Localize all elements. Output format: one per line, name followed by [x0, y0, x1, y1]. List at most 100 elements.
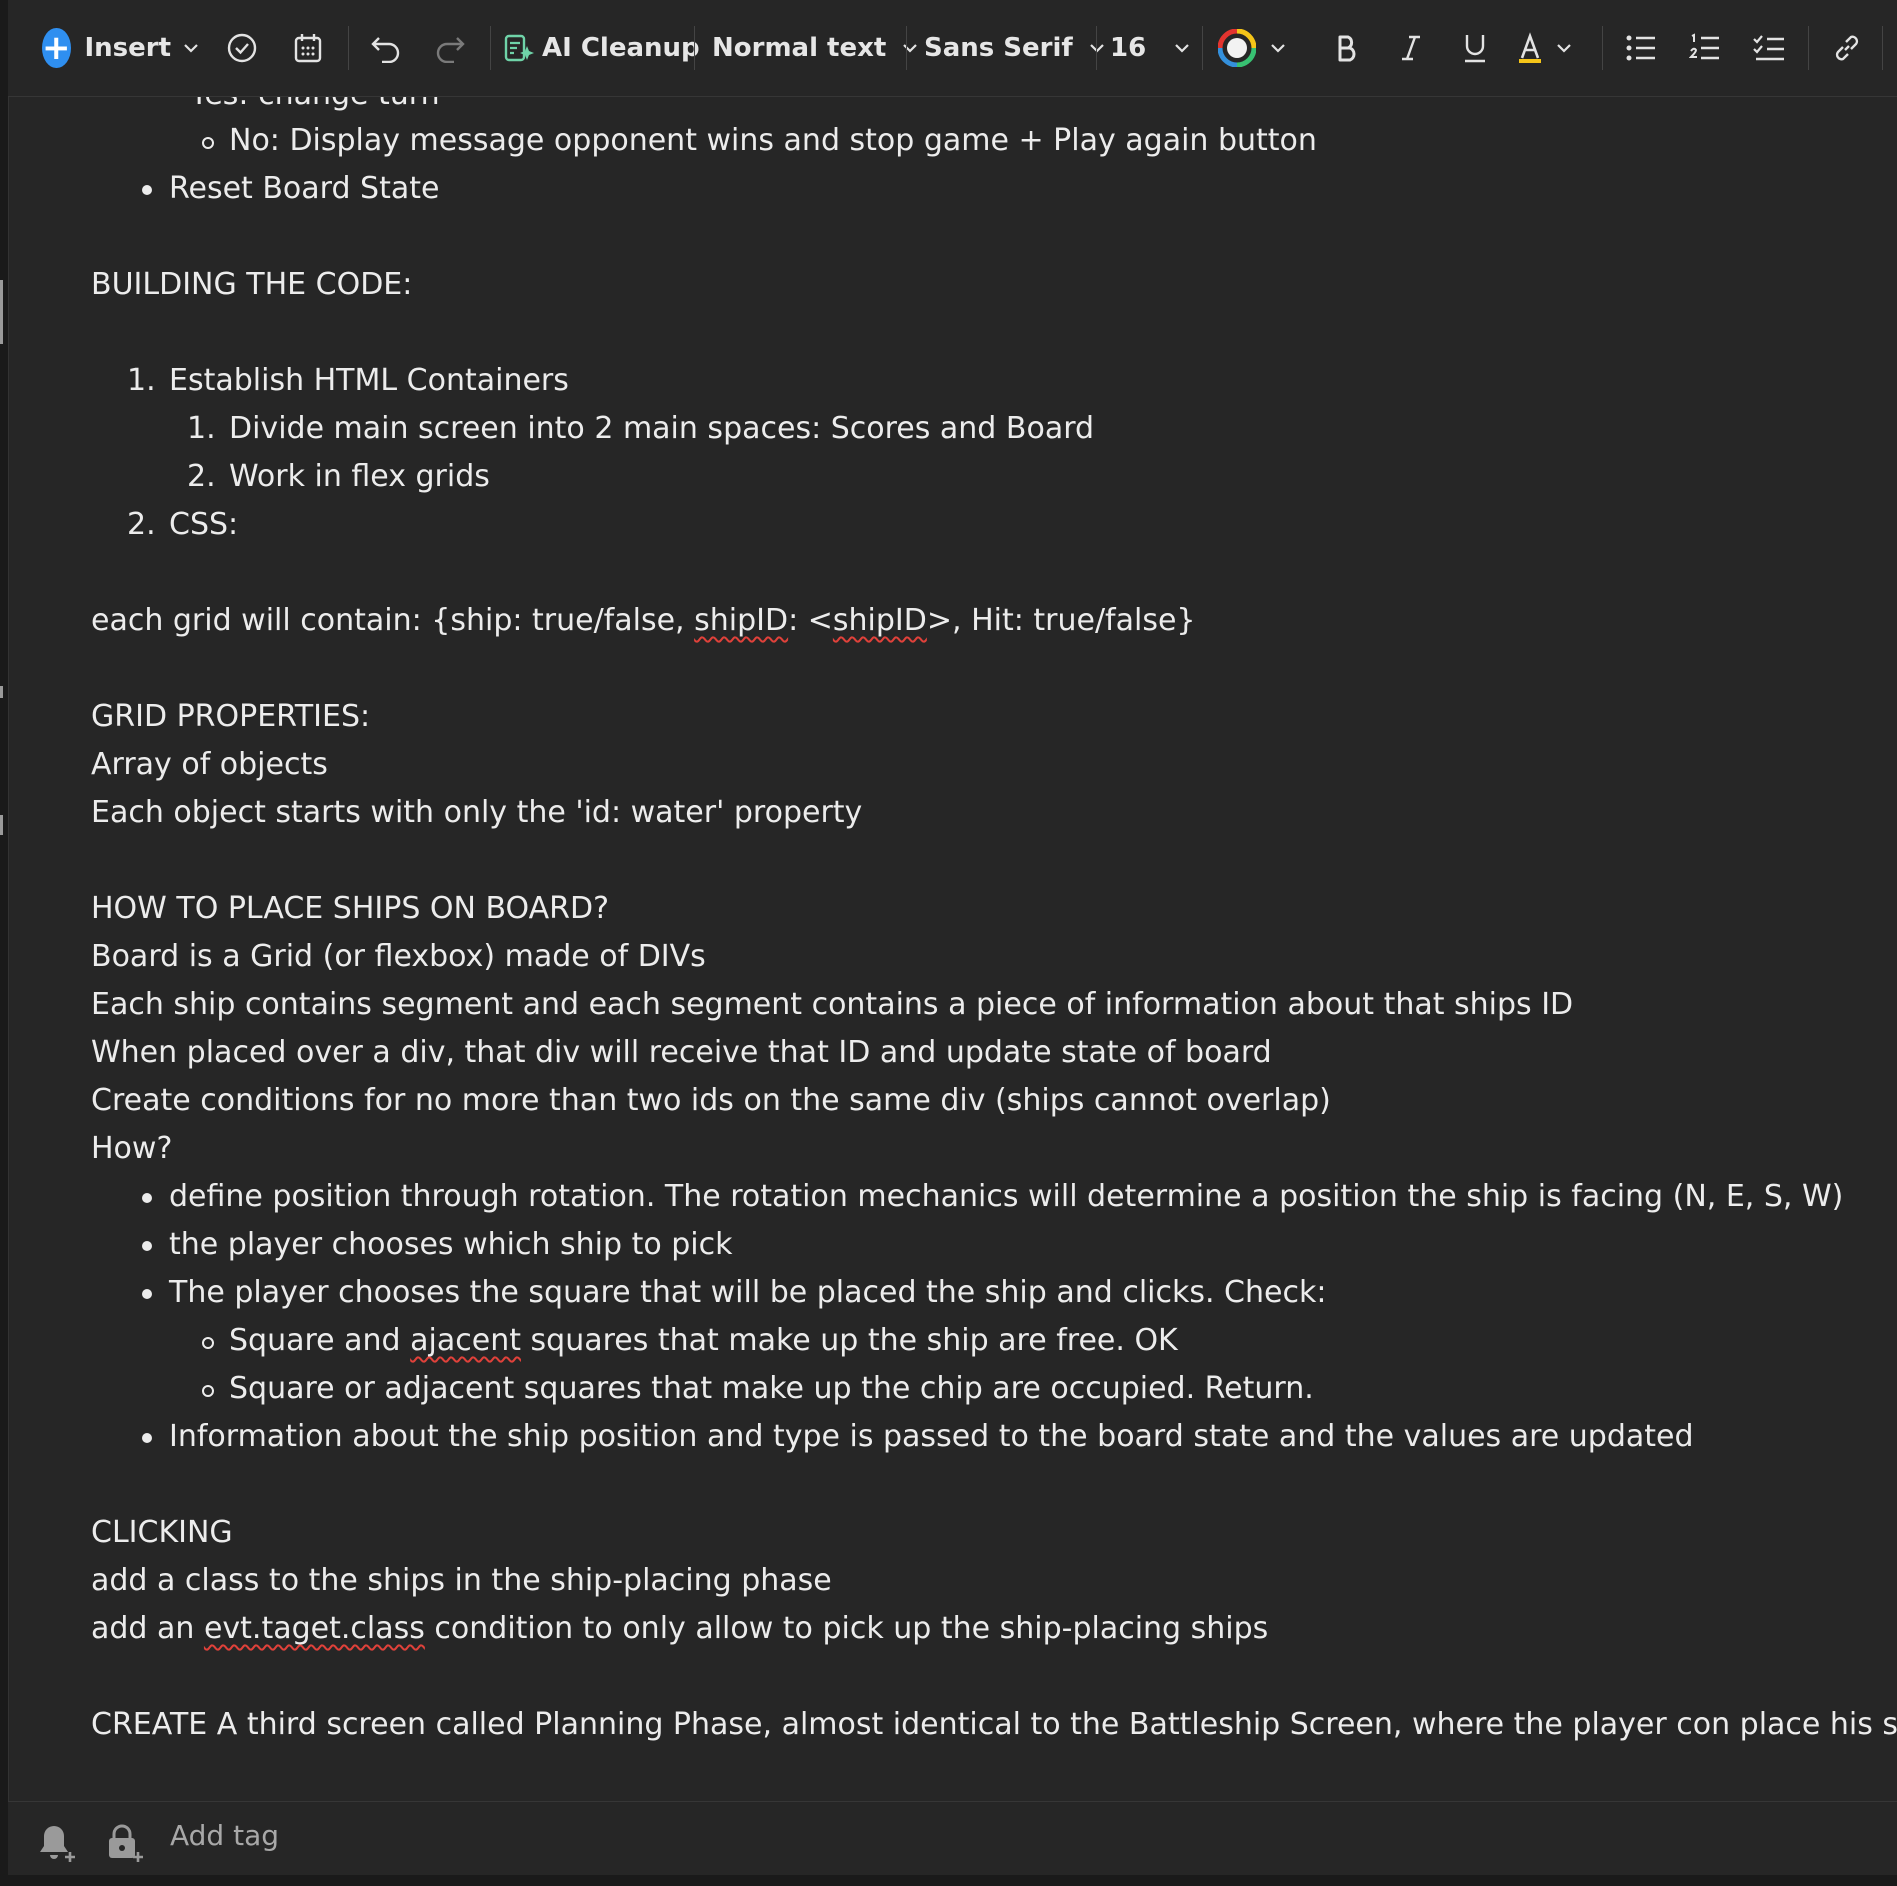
text-run: >, Hit: true/false}	[926, 603, 1196, 638]
plus-icon: +	[42, 28, 71, 68]
list-item: Square or adjacent squares that make up …	[229, 1371, 1314, 1406]
section-heading: HOW TO PLACE SHIPS ON BOARD?	[91, 891, 610, 926]
paragraph: Create conditions for no more than two i…	[91, 1083, 1331, 1118]
edge-mark	[0, 280, 3, 344]
text-color-picker[interactable]	[1218, 0, 1310, 96]
chevron-down-icon	[902, 43, 918, 53]
text-run: : <	[788, 603, 833, 638]
toolbar-divider	[1202, 26, 1203, 70]
chevron-down-icon	[1270, 43, 1286, 53]
paragraph: each grid will contain: {ship: true/fals…	[91, 603, 1196, 639]
list-bullet	[202, 1337, 214, 1349]
note-footer: Add tag	[8, 1801, 1897, 1876]
paragraph: add a class to the ships in the ship-pla…	[91, 1563, 832, 1598]
chevron-down-icon	[1556, 43, 1572, 53]
ai-cleanup-label: AI Cleanup	[542, 33, 700, 63]
font-family-value: Sans Serif	[924, 33, 1073, 63]
check-circle-icon[interactable]	[222, 0, 262, 96]
edge-mark	[0, 686, 3, 698]
list-number: 2.	[127, 507, 156, 542]
toolbar-divider	[490, 26, 491, 70]
undo-icon[interactable]	[366, 0, 406, 96]
list-item: Divide main screen into 2 main spaces: S…	[229, 411, 1095, 446]
section-heading: GRID PROPERTIES:	[91, 699, 371, 734]
list-item: Establish HTML Containers	[169, 363, 569, 398]
list-item: the player chooses which ship to pick	[169, 1227, 733, 1262]
font-size-value: 16	[1110, 33, 1147, 63]
list-item: Information about the ship position and …	[169, 1419, 1694, 1454]
toolbar-divider	[1808, 26, 1809, 70]
list-item: CSS:	[169, 507, 239, 542]
font-family-dropdown[interactable]: Sans Serif	[924, 0, 1104, 96]
misspelled-word[interactable]: shipID	[833, 603, 927, 638]
underline-icon[interactable]	[1454, 0, 1496, 96]
checklist-icon[interactable]	[1748, 0, 1790, 96]
redo-icon[interactable]	[430, 0, 470, 96]
link-icon[interactable]	[1826, 0, 1868, 96]
paragraph: add an evt.taget.class condition to only…	[91, 1611, 1268, 1647]
add-tag-input[interactable]: Add tag	[170, 1819, 279, 1852]
list-number: 1.	[187, 411, 216, 446]
insert-button[interactable]: + Insert	[42, 0, 198, 96]
list-bullet	[202, 137, 214, 149]
list-item: Square and ajacent squares that make up …	[229, 1323, 1178, 1359]
note-body[interactable]: Yes: change turn No: Display message opp…	[8, 97, 1897, 1801]
ai-cleanup-icon	[502, 32, 534, 64]
toolbar-divider	[906, 26, 907, 70]
toolbar-divider	[1882, 26, 1883, 70]
misspelled-word[interactable]: evt.taget.class	[204, 1611, 425, 1646]
paragraph: When placed over a div, that div will re…	[91, 1035, 1272, 1070]
list-number: 2.	[187, 459, 216, 494]
font-size-dropdown[interactable]: 16	[1110, 0, 1194, 96]
paragraph: Board is a Grid (or flexbox) made of DIV…	[91, 939, 706, 974]
calendar-icon[interactable]	[288, 0, 328, 96]
numbered-list-icon[interactable]	[1684, 0, 1726, 96]
misspelled-word[interactable]: ajacent	[410, 1323, 521, 1358]
toolbar-divider	[1602, 26, 1603, 70]
text-run: add an	[91, 1611, 204, 1646]
text-run: condition to only allow to pick up the s…	[424, 1611, 1269, 1646]
paragraph: Each ship contains segment and each segm…	[91, 987, 1574, 1022]
paragraph: How?	[91, 1131, 173, 1166]
toolbar-divider	[1096, 26, 1097, 70]
section-heading: BUILDING THE CODE:	[91, 267, 413, 302]
paragraph: Array of objects	[91, 747, 328, 782]
formatting-toolbar: + Insert AI Cleanup Normal text Sans Ser…	[8, 0, 1897, 97]
add-lock-icon[interactable]	[106, 1822, 146, 1868]
list-bullet	[142, 1193, 152, 1203]
highlight-icon	[1516, 32, 1544, 64]
insert-label: Insert	[84, 33, 172, 63]
chevron-down-icon	[183, 43, 199, 53]
text-style-value: Normal text	[712, 33, 887, 63]
list-bullet	[142, 1241, 152, 1251]
ai-cleanup-button[interactable]: AI Cleanup	[502, 0, 700, 96]
highlight-picker[interactable]	[1516, 0, 1592, 96]
bullet-list-icon[interactable]	[1620, 0, 1662, 96]
bold-icon[interactable]	[1326, 0, 1368, 96]
list-item: Reset Board State	[169, 171, 440, 206]
list-bullet	[142, 1289, 152, 1299]
misspelled-word[interactable]: shipID	[694, 603, 788, 638]
list-item: The player chooses the square that will …	[169, 1275, 1327, 1310]
text-run: Square and	[229, 1323, 411, 1358]
list-bullet	[142, 185, 152, 195]
section-heading: CLICKING	[91, 1515, 233, 1550]
list-item: define position through rotation. The ro…	[169, 1179, 1844, 1214]
toolbar-divider	[348, 26, 349, 70]
footer-bottom-strip	[8, 1875, 1897, 1886]
add-reminder-icon[interactable]	[38, 1822, 78, 1868]
text-run: each grid will contain: {ship: true/fals…	[91, 603, 695, 638]
list-bullet	[202, 1385, 214, 1397]
list-item: Yes: change turn	[190, 97, 440, 113]
italic-icon[interactable]	[1390, 0, 1432, 96]
text-run: squares that make up the ship are free. …	[520, 1323, 1178, 1358]
color-ring-icon	[1218, 29, 1256, 67]
paragraph: Each object starts with only the 'id: wa…	[91, 795, 863, 830]
list-item: No: Display message opponent wins and st…	[229, 123, 1317, 158]
toolbar-divider	[694, 26, 695, 70]
edge-mark	[0, 815, 3, 835]
note-editor-app: + Insert AI Cleanup Normal text Sans Ser…	[0, 0, 1897, 1886]
chevron-down-icon	[1174, 43, 1190, 53]
text-style-dropdown[interactable]: Normal text	[712, 0, 918, 96]
list-item: Work in flex grids	[229, 459, 490, 494]
